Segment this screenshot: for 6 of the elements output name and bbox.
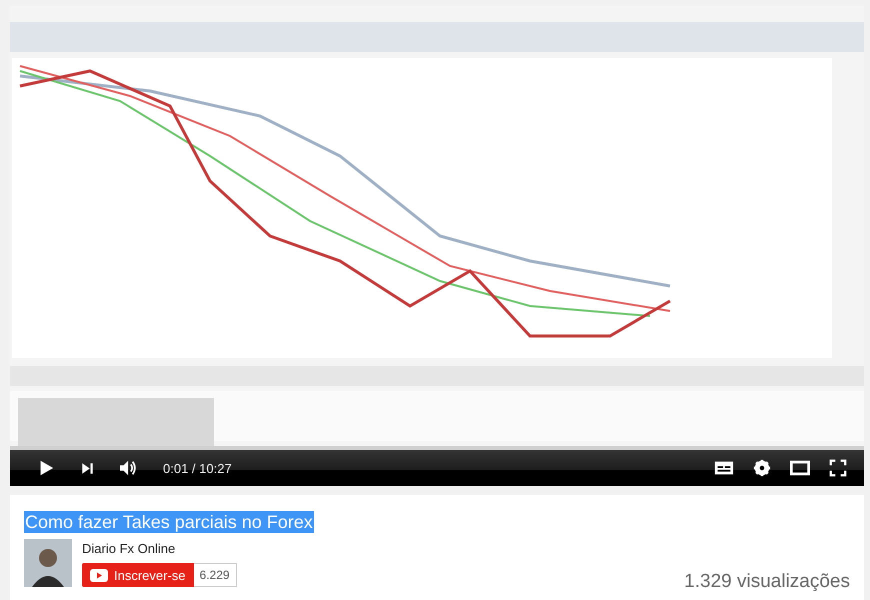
channel-name[interactable]: Diario Fx Online	[82, 541, 237, 556]
view-count: 1.329 visualizações	[684, 571, 850, 593]
time-display: 0:01 / 10:27	[163, 460, 232, 476]
video-title: Como fazer Takes parciais no Forex	[24, 511, 314, 533]
subscribe-button[interactable]: Inscrever-se	[82, 563, 194, 587]
subscriber-count: 6.229	[194, 563, 237, 587]
